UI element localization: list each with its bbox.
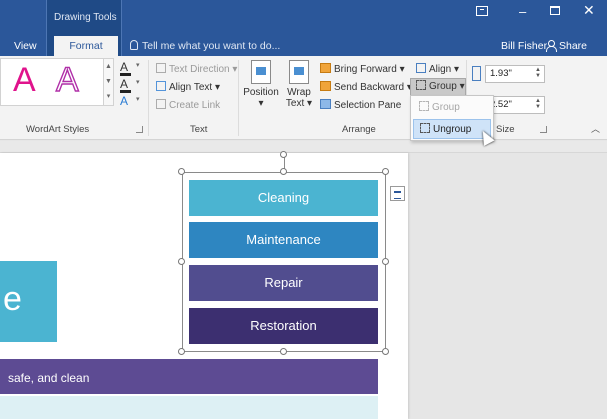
wrap-text-label-1: Wrap — [287, 87, 311, 98]
text-direction-icon — [156, 63, 166, 73]
shape-height-icon — [472, 66, 481, 81]
selection-pane-button[interactable]: Selection Pane — [320, 99, 401, 111]
group-button[interactable]: Group ▾ — [410, 78, 466, 96]
rotate-handle[interactable] — [280, 151, 287, 158]
bring-forward-label: Bring Forward — [334, 64, 397, 75]
shape-width-field[interactable]: 2.52" ▲ ▼ — [485, 96, 545, 114]
wordart-style-pink[interactable]: A — [13, 61, 36, 100]
width-spinner[interactable]: ▲ ▼ — [535, 98, 541, 110]
size-dialog-launcher[interactable] — [540, 126, 547, 133]
align-text-icon — [156, 81, 166, 91]
text-direction-button[interactable]: Text Direction ▾ — [156, 63, 237, 75]
bring-forward-button[interactable]: Bring Forward ▾ — [320, 63, 405, 75]
shape-repair[interactable]: Repair — [189, 265, 378, 301]
text-group-label: Text — [190, 124, 208, 135]
close-button[interactable]: ✕ — [583, 2, 595, 19]
arrange-group-label: Arrange — [342, 124, 376, 135]
maximize-button[interactable] — [550, 6, 560, 15]
resize-handle-right[interactable] — [382, 258, 389, 265]
selection-pane-label: Selection Pane — [334, 100, 402, 111]
shape-restoration[interactable]: Restoration — [189, 308, 378, 344]
wordart-dialog-launcher[interactable] — [136, 126, 143, 133]
tell-me-text: Tell me what you want to do... — [142, 40, 281, 52]
outline-color-bar — [120, 90, 131, 93]
align-button[interactable]: Align ▾ — [416, 63, 459, 75]
resize-handle-bottom-left[interactable] — [178, 348, 185, 355]
chevron-down-icon: ▾ — [136, 79, 140, 86]
resize-handle-bottom[interactable] — [280, 348, 287, 355]
wrap-text-button[interactable]: Wrap Text ▾ — [280, 60, 318, 109]
shape-height-value: 1.93" — [490, 68, 512, 79]
minimize-button[interactable]: – — [519, 4, 526, 19]
text-outline-icon: A — [120, 77, 129, 91]
ribbon-display-options-button[interactable] — [476, 6, 488, 16]
position-button[interactable]: Position ▾ — [242, 60, 280, 109]
align-text-button[interactable]: Align Text ▾ — [156, 81, 220, 93]
align-text-label: Align Text — [169, 82, 213, 93]
shape-cleaning[interactable]: Cleaning — [189, 180, 378, 216]
ungroup-icon — [420, 123, 430, 133]
collapse-ribbon-chevron-icon[interactable]: ︿ — [591, 122, 600, 135]
wordart-styles-group-label: WordArt Styles — [26, 124, 90, 135]
fill-color-bar — [120, 73, 131, 76]
text-direction-label: Text Direction — [169, 64, 230, 75]
chevron-down-icon: ▾ — [136, 62, 140, 69]
tab-format[interactable]: Format — [54, 36, 118, 56]
wordart-styles-gallery[interactable]: A A — [0, 58, 104, 106]
group-icon — [416, 80, 426, 90]
chevron-down-icon: ▾ — [136, 96, 140, 103]
lightbulb-icon — [130, 40, 138, 50]
title-text-fragment: e — [3, 280, 22, 318]
menu-item-group-label: Group — [432, 102, 460, 113]
position-icon — [251, 60, 271, 84]
send-backward-icon — [320, 81, 331, 91]
text-outline-button[interactable]: A ▾ — [120, 77, 140, 93]
wrap-text-label-2: Text — [285, 98, 305, 109]
group-icon — [419, 101, 429, 111]
send-backward-button[interactable]: Send Backward ▾ — [320, 81, 412, 93]
group-separator — [148, 60, 149, 136]
create-link-label: Create Link — [169, 100, 221, 111]
gallery-scroll-buttons[interactable]: ▲ ▼ ▾ — [104, 58, 114, 106]
shape-height-field[interactable]: 1.93" ▲ ▼ — [485, 65, 545, 83]
selection-pane-icon — [320, 99, 331, 109]
align-icon — [416, 63, 426, 73]
resize-handle-top-left[interactable] — [178, 168, 185, 175]
shape-maintenance[interactable]: Maintenance — [189, 222, 378, 258]
align-label: Align — [429, 64, 452, 75]
menu-item-group[interactable]: Group — [413, 98, 491, 118]
size-group-label: Size — [496, 124, 515, 135]
resize-handle-top[interactable] — [280, 168, 287, 175]
resize-handle-top-right[interactable] — [382, 168, 389, 175]
user-name[interactable]: Bill Fisher — [501, 36, 547, 56]
height-spinner[interactable]: ▲ ▼ — [535, 67, 541, 79]
resize-handle-left[interactable] — [178, 258, 185, 265]
link-icon — [156, 99, 166, 109]
group-label: Group — [429, 81, 457, 92]
tell-me-search[interactable]: Tell me what you want to do... — [130, 36, 280, 56]
ruler-strip — [0, 141, 607, 153]
wordart-style-outline[interactable]: A — [55, 60, 79, 100]
resize-handle-bottom-right[interactable] — [382, 348, 389, 355]
share-button[interactable]: Share — [546, 36, 587, 56]
ribbon: A A ▲ ▼ ▾ A ▾ A ▾ A ▾ WordArt Styles Text Dir… — [0, 56, 607, 140]
text-fill-icon: A — [120, 60, 129, 74]
layout-options-icon[interactable] — [390, 186, 405, 201]
bring-forward-icon — [320, 63, 331, 73]
text-effects-button[interactable]: A ▾ — [120, 94, 140, 108]
text-effects-icon: A — [120, 94, 129, 108]
text-fill-button[interactable]: A ▾ — [120, 60, 140, 76]
wrap-text-icon — [289, 60, 309, 84]
tab-view[interactable]: View — [14, 36, 37, 56]
share-label: Share — [559, 40, 588, 52]
person-icon — [546, 40, 557, 52]
tagline-text: safe, and clean — [8, 371, 90, 385]
group-separator — [238, 60, 239, 136]
menu-item-ungroup-label: Ungroup — [433, 124, 472, 135]
drawing-tools-label: Drawing Tools — [54, 12, 117, 23]
send-backward-label: Send Backward — [334, 82, 405, 93]
create-link-button[interactable]: Create Link — [156, 99, 220, 111]
lower-band — [0, 396, 378, 419]
position-label: Position — [243, 87, 279, 98]
